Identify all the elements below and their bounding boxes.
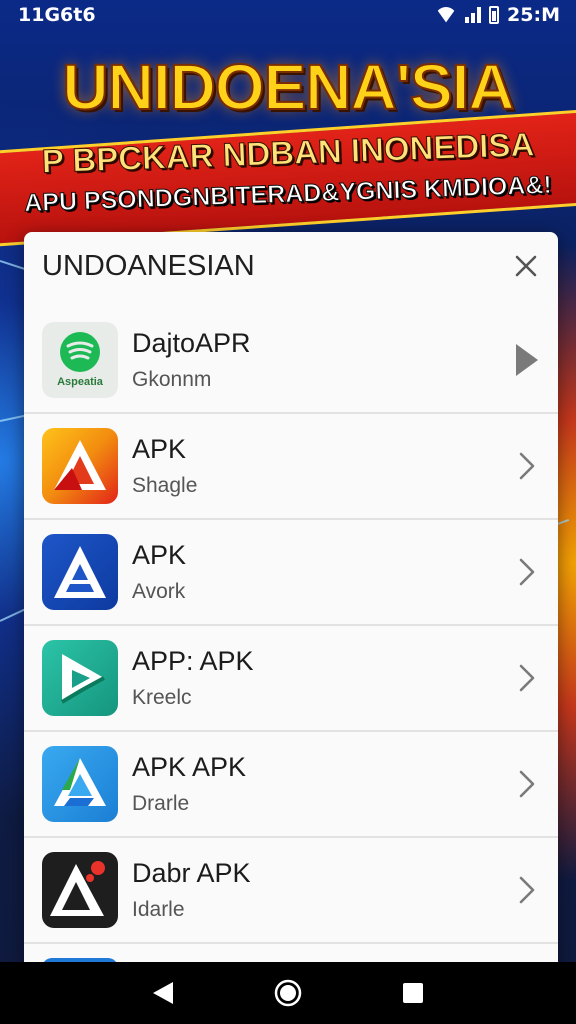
status-left-text: 11G6t6 <box>18 4 96 26</box>
back-icon[interactable] <box>143 973 183 1013</box>
close-icon[interactable] <box>508 248 544 284</box>
list-item[interactable]: APP: APK Kreelc <box>24 626 558 732</box>
app-name: APK <box>132 434 187 464</box>
drive-triangle-icon <box>42 746 118 822</box>
play-triangle-icon <box>42 640 118 716</box>
chevron-right-icon <box>514 448 540 484</box>
triangle-a-icon <box>42 428 118 504</box>
battery-icon <box>489 6 500 24</box>
wifi-icon <box>435 7 457 23</box>
triangle-a-icon <box>42 534 118 610</box>
app-picker-dialog: UNDOANESIAN Aspeatia DajtoAPR Gkonnm APK… <box>24 232 558 972</box>
list-item[interactable]: Aspeatia DajtoAPR Gkonnm <box>24 308 558 414</box>
status-bar: 11G6t6 25:M <box>0 0 576 30</box>
triangle-a-icon <box>42 852 118 928</box>
app-subtitle: Gkonnm <box>132 368 212 391</box>
recents-icon[interactable] <box>393 973 433 1013</box>
signal-icon <box>465 7 482 23</box>
status-icons: 25:M <box>435 4 560 26</box>
app-list: Aspeatia DajtoAPR Gkonnm APK Shagle APK … <box>24 308 558 944</box>
app-name: APK <box>132 540 187 570</box>
play-arrow-icon <box>514 342 540 378</box>
spotify-like-icon: Aspeatia <box>42 322 118 398</box>
app-icon-label: Aspeatia <box>57 376 103 388</box>
chevron-right-icon <box>514 660 540 696</box>
app-name: Dabr APK <box>132 858 251 888</box>
dialog-header: UNDOANESIAN <box>24 232 558 308</box>
status-time: 25:M <box>507 4 560 26</box>
chevron-right-icon <box>514 766 540 802</box>
app-subtitle: Kreelc <box>132 686 192 709</box>
app-name: APP: APK <box>132 646 254 676</box>
chevron-right-icon <box>514 872 540 908</box>
banner-title: UNIDOENA'SIA <box>61 50 515 124</box>
app-subtitle: Avork <box>132 580 186 603</box>
dialog-title: UNDOANESIAN <box>42 250 255 282</box>
app-name: DajtoAPR <box>132 328 251 358</box>
list-item[interactable]: Dabr APK Idarle <box>24 838 558 944</box>
list-item[interactable]: APK APK Drarle <box>24 732 558 838</box>
home-icon[interactable] <box>268 973 308 1013</box>
list-item[interactable]: APK Shagle <box>24 414 558 520</box>
app-subtitle: Idarle <box>132 898 185 921</box>
app-subtitle: Drarle <box>132 792 190 815</box>
app-name: APK APK <box>132 752 247 782</box>
list-item[interactable]: APK Avork <box>24 520 558 626</box>
navigation-bar <box>0 962 576 1024</box>
app-subtitle: Shagle <box>132 474 198 497</box>
chevron-right-icon <box>514 554 540 590</box>
